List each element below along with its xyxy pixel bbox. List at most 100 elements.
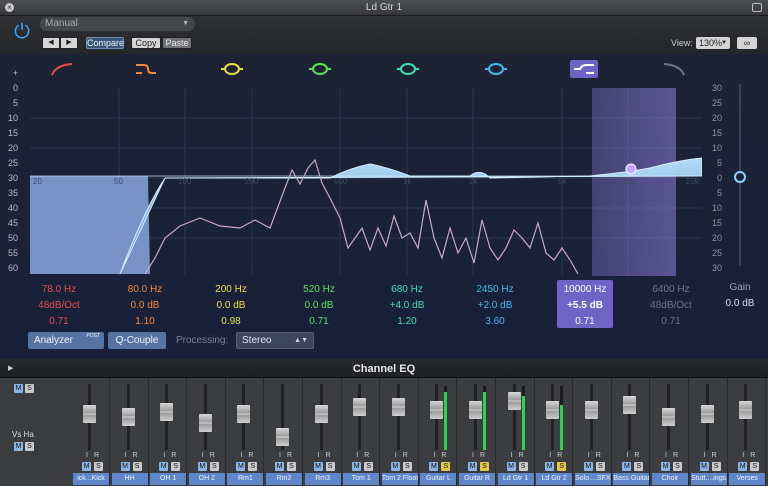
volume-fader[interactable]: [391, 398, 405, 416]
low-shelf-icon[interactable]: [132, 60, 160, 78]
volume-fader[interactable]: [623, 396, 637, 415]
mute-button[interactable]: M: [506, 462, 516, 471]
channel-name[interactable]: Choir: [652, 473, 688, 485]
mute-button[interactable]: M: [352, 462, 362, 471]
channel-name[interactable]: Stutt....ings: [690, 473, 727, 485]
channel-name[interactable]: ick...Kick: [73, 473, 109, 485]
mute-button[interactable]: M: [699, 462, 709, 471]
mute-button[interactable]: M: [236, 462, 246, 471]
input-monitor-button[interactable]: I: [279, 452, 281, 459]
mute-button[interactable]: M: [313, 462, 323, 471]
band-4-gain[interactable]: 0.0 dB: [288, 298, 350, 314]
record-enable-button[interactable]: R: [403, 452, 408, 459]
band-8-frequency[interactable]: 6400 Hz: [640, 282, 702, 298]
mute-button[interactable]: M: [390, 462, 400, 471]
bell-icon[interactable]: [394, 60, 422, 78]
input-monitor-button[interactable]: I: [588, 452, 590, 459]
record-enable-button[interactable]: R: [712, 452, 717, 459]
mute-button[interactable]: M: [275, 462, 284, 471]
input-monitor-button[interactable]: I: [163, 452, 165, 459]
channel-name[interactable]: HH: [111, 473, 148, 485]
solo-button[interactable]: S: [25, 442, 34, 451]
band-8-slope[interactable]: 48dB/Oct: [640, 298, 702, 314]
volume-fader[interactable]: [353, 398, 367, 416]
solo-button[interactable]: S: [132, 462, 142, 471]
volume-fader[interactable]: [314, 405, 328, 424]
compare-button[interactable]: Compare: [86, 37, 124, 49]
channel-name[interactable]: Ld Gtr 2: [536, 473, 573, 485]
mute-button[interactable]: M: [583, 462, 593, 471]
volume-fader[interactable]: [546, 400, 560, 419]
volume-fader[interactable]: [430, 400, 444, 419]
band-4-frequency[interactable]: 520 Hz: [288, 282, 350, 298]
band-7-q[interactable]: 0.71: [554, 314, 616, 330]
link-icon[interactable]: ∞: [737, 37, 757, 49]
solo-button[interactable]: S: [25, 384, 34, 393]
view-zoom-select[interactable]: 130% ▼: [696, 37, 730, 49]
solo-button[interactable]: S: [209, 462, 219, 471]
volume-fader[interactable]: [584, 400, 598, 419]
channel-name[interactable]: Ld Gtr 1: [497, 473, 534, 485]
mute-button[interactable]: M: [622, 462, 632, 471]
solo-button[interactable]: S: [673, 462, 682, 471]
resize-icon[interactable]: [752, 3, 762, 12]
volume-fader[interactable]: [276, 427, 289, 446]
band-2-frequency[interactable]: 80.0 Hz: [114, 282, 176, 298]
band-1-frequency[interactable]: 78.0 Hz: [28, 282, 90, 298]
band-3-gain[interactable]: 0.0 dB: [200, 298, 262, 314]
channel-name[interactable]: OH 2: [188, 473, 225, 485]
band-5-frequency[interactable]: 680 Hz: [376, 282, 438, 298]
solo-button[interactable]: S: [171, 462, 181, 471]
mute-button[interactable]: M: [197, 462, 207, 471]
input-monitor-button[interactable]: I: [626, 452, 628, 459]
record-enable-button[interactable]: R: [557, 452, 562, 459]
solo-button[interactable]: S: [557, 462, 567, 471]
mute-button[interactable]: M: [14, 384, 23, 393]
high-cut-icon[interactable]: [660, 60, 688, 78]
volume-fader[interactable]: [237, 405, 251, 424]
mute-button[interactable]: M: [82, 462, 91, 471]
mute-button[interactable]: M: [545, 462, 555, 471]
low-cut-icon[interactable]: [48, 60, 76, 78]
input-monitor-button[interactable]: I: [318, 452, 320, 459]
record-enable-button[interactable]: R: [248, 452, 253, 459]
processing-select[interactable]: Stereo ▲▼: [236, 332, 314, 349]
bell-icon[interactable]: [306, 60, 334, 78]
solo-button[interactable]: S: [711, 462, 721, 471]
channel-name[interactable]: Tom 1: [343, 473, 380, 485]
solo-button[interactable]: S: [364, 462, 374, 471]
solo-button[interactable]: S: [325, 462, 335, 471]
record-enable-button[interactable]: R: [673, 452, 678, 459]
band-6-frequency[interactable]: 2450 Hz: [464, 282, 526, 298]
mute-button[interactable]: M: [429, 462, 439, 471]
analyzer-button[interactable]: Analyzer POST: [28, 332, 104, 349]
record-enable-button[interactable]: R: [287, 452, 292, 459]
plugin-titlebar[interactable]: × Ld Gtr 1: [0, 0, 768, 16]
channel-name[interactable]: OH 1: [150, 473, 187, 485]
solo-button[interactable]: S: [402, 462, 412, 471]
mute-button[interactable]: M: [661, 462, 670, 471]
solo-button[interactable]: S: [441, 462, 451, 471]
record-enable-button[interactable]: R: [750, 452, 755, 459]
record-enable-button[interactable]: R: [441, 452, 446, 459]
previous-preset-button[interactable]: ◀: [42, 37, 60, 49]
input-monitor-button[interactable]: I: [202, 452, 204, 459]
band-2-gain[interactable]: 0.0 dB: [114, 298, 176, 314]
channel-name[interactable]: Rm3: [304, 473, 341, 485]
volume-fader[interactable]: [700, 405, 714, 424]
channel-name[interactable]: Guitar L: [420, 473, 457, 485]
solo-button[interactable]: S: [634, 462, 644, 471]
record-enable-button[interactable]: R: [480, 452, 485, 459]
volume-fader[interactable]: [121, 407, 135, 426]
record-enable-button[interactable]: R: [210, 452, 215, 459]
gain-slider-knob[interactable]: [734, 171, 746, 183]
q-couple-button[interactable]: Q-Couple: [108, 332, 166, 349]
input-monitor-button[interactable]: I: [665, 452, 667, 459]
gain-value[interactable]: 0.0 dB: [720, 298, 760, 309]
solo-button[interactable]: S: [480, 462, 489, 471]
channel-name[interactable]: Tom 2 Floor: [381, 473, 418, 485]
band-7-frequency[interactable]: 10000 Hz: [554, 282, 616, 298]
solo-button[interactable]: S: [518, 462, 528, 471]
input-monitor-button[interactable]: I: [86, 452, 88, 459]
volume-fader[interactable]: [198, 414, 212, 433]
